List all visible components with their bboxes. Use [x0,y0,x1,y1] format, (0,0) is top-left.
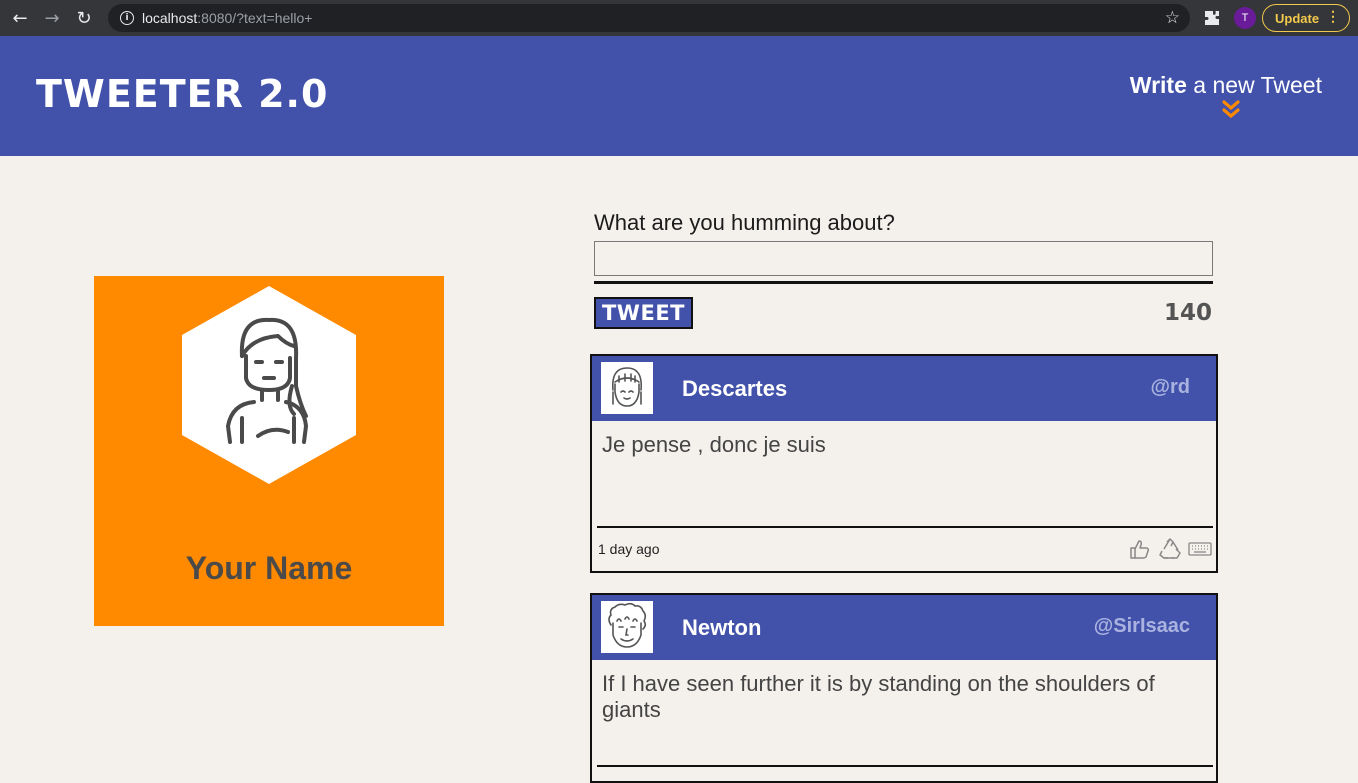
avatar [601,362,653,414]
update-button[interactable]: Update ⋮ [1262,4,1350,32]
profile-card: Your Name [94,276,444,626]
app-header: TWEETER 2.0 Write a new Tweet [0,36,1358,156]
tweet-header: Descartes @rd [592,356,1216,421]
compose-divider [594,281,1213,284]
info-icon[interactable]: i [120,11,134,25]
app-logo[interactable]: TWEETER 2.0 [36,72,328,116]
tweet-text: If I have seen further it is by standing… [602,671,1155,722]
star-icon[interactable]: ☆ [1165,8,1180,28]
profile-name: Your Name [185,550,353,586]
compose-label: What are you humming about? [594,210,895,235]
avatar [601,601,653,653]
chevron-down-icon[interactable] [1222,100,1240,120]
tweet-timestamp: 1 day ago [598,541,660,557]
write-new-tweet-link[interactable]: Write a new Tweet [1130,72,1322,99]
like-icon[interactable] [1128,537,1152,561]
retweet-icon[interactable] [1158,537,1182,561]
tweet-button[interactable]: TWEET [594,297,693,329]
write-bold: Write [1129,72,1187,98]
profile-avatar-icon [182,286,356,484]
tweet-input[interactable] [594,241,1213,276]
character-counter: 140 [1163,300,1212,326]
tweet-divider [597,526,1213,528]
address-bar[interactable]: i localhost:8080/?text=hello+ ☆ [108,4,1190,32]
kebab-menu-icon[interactable]: ⋮ [1326,9,1340,23]
tweet-header: Newton @SirIsaac [592,595,1216,660]
back-icon[interactable]: ← [4,0,36,36]
reply-keyboard-icon[interactable] [1188,537,1212,561]
tweet-actions [1128,537,1212,561]
forward-icon[interactable]: → [36,0,68,36]
tweet-card: Newton @SirIsaac If I have seen further … [590,593,1218,783]
author-name[interactable]: Newton [682,615,761,641]
author-handle[interactable]: @rd [1150,376,1190,399]
tweet-divider [597,765,1213,767]
write-rest: a new Tweet [1193,72,1322,98]
url-text[interactable]: localhost:8080/?text=hello+ [142,10,312,26]
tweet-text: Je pense , donc je suis [602,432,826,457]
reload-icon[interactable]: ↻ [68,0,100,36]
browser-toolbar: ← → ↻ i localhost:8080/?text=hello+ ☆ T … [0,0,1358,36]
extensions-icon[interactable] [1201,7,1223,29]
update-label: Update [1275,10,1320,26]
profile-avatar[interactable]: T [1234,7,1256,29]
author-handle[interactable]: @SirIsaac [1094,615,1190,638]
author-name[interactable]: Descartes [682,376,787,402]
tweet-card: Descartes @rd Je pense , donc je suis 1 … [590,354,1218,573]
